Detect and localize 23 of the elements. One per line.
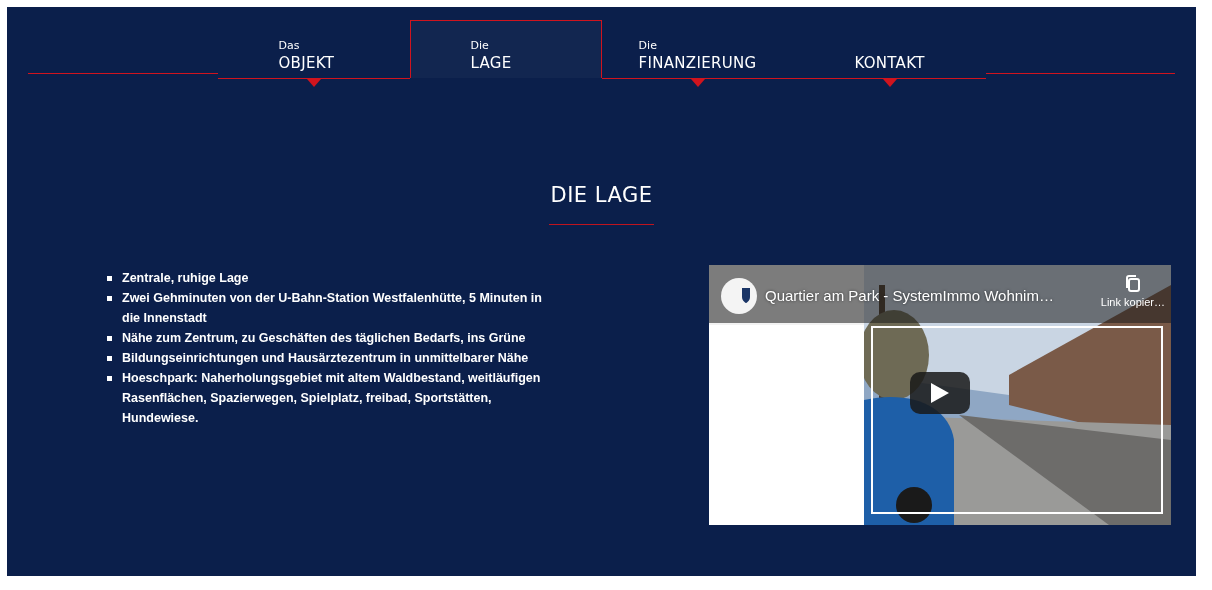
feature-text: Zentrale, ruhige Lage [122,270,249,285]
feature-text: Hoeschpark: Naherholungsgebiet mit altem Waldbestand, weitläufigen Rasenflächen, Spazierwegen, Spielplatz, freibad, Sportstätten, Hundewiese. [122,370,541,425]
section-title: DIE LAGE [550,182,653,207]
caret-icon [882,79,897,87]
copy-icon [1124,274,1141,293]
nav-tab[interactable]: Das OBJEKT [217,20,410,88]
feature-text: Zwei Gehminuten von der U-Bahn-Station Westfalenhütte, 5 Minuten in die Innenstadt [122,290,542,325]
caret-icon [690,79,705,87]
caret-icon [306,79,321,87]
bullet-icon [107,295,112,301]
feature-text: Nähe zum Zentrum, zu Geschäften des täglichen Bedarfs, ins Grüne [122,330,526,345]
nav-tab[interactable]: Die FINANZIERUNG [601,20,794,88]
bullet-icon [107,375,112,381]
bullet-icon [107,355,112,361]
avatar-icon[interactable] [721,277,757,314]
play-button[interactable] [910,371,970,414]
video-title[interactable]: Quartier am Park - SystemImmo Wohnim… [765,286,1054,304]
bullet-icon [107,335,112,341]
feature-text: Bildungseinrichtungen und Hausärztezentrum in unmittelbarer Nähe [122,350,529,365]
copy-link-button[interactable]: Link kopier… [1100,274,1165,308]
bullet-icon [107,275,112,281]
nav-tab[interactable]: KONTAKT [793,20,986,88]
play-icon [931,382,949,403]
